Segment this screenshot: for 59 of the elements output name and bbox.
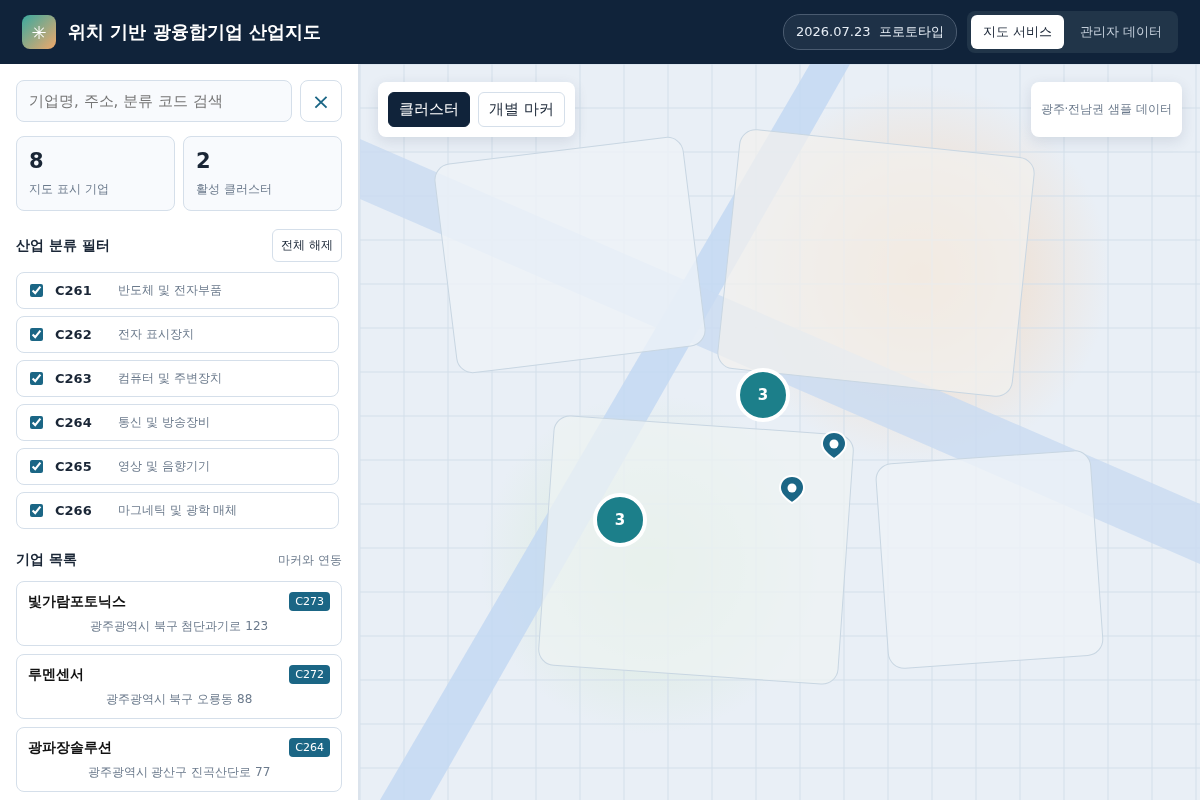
company-card[interactable]: 루멘센서 C272 광주광역시 북구 오룡동 88 [16, 654, 342, 719]
filter-checkbox[interactable] [30, 372, 43, 385]
filter-code: C266 [55, 503, 93, 518]
filter-code: C265 [55, 459, 93, 474]
search-field[interactable]: 기업명, 주소, 분류 코드 검색 [16, 80, 292, 122]
view-tab[interactable]: 관리자 데이터 [1067, 15, 1174, 49]
company-card[interactable]: 빛가람포토닉스 C273 광주광역시 북구 첨단과기로 123 [16, 581, 342, 646]
filter-name: 컴퓨터 및 주변장치 [118, 370, 222, 387]
app-logo: ✳ [22, 15, 56, 49]
filter-name: 전자 표시장치 [118, 326, 194, 343]
filter-name: 영상 및 음향기기 [118, 458, 210, 475]
filter-code: C261 [55, 283, 93, 298]
company-address: 광주광역시 북구 첨단과기로 123 [88, 618, 270, 635]
stat-value: 2 [196, 149, 212, 173]
filter-item[interactable]: C266 마그네틱 및 광학 매체 [16, 492, 339, 529]
cluster-count: 3 [614, 511, 626, 529]
filter-code: C264 [55, 415, 93, 430]
filter-code: C263 [55, 371, 93, 386]
company-name: 루멘센서 [28, 665, 84, 684]
app-title: 위치 기반 광융합기업 산업지도 [68, 20, 321, 44]
map-view[interactable]: 3 3 클러스터 개별 마커 광주·전남권 샘플 데이터 [360, 64, 1200, 800]
clear-button[interactable]: × [300, 80, 342, 122]
filter-item[interactable]: C264 통신 및 방송장비 [16, 404, 339, 441]
filter-checkbox[interactable] [30, 416, 43, 429]
filter-item[interactable]: C262 전자 표시장치 [16, 316, 339, 353]
company-card[interactable]: 광파장솔루션 C264 광주광역시 광산구 진곡산단로 77 [16, 727, 342, 792]
code-tag: C273 [289, 592, 330, 611]
company-name: 광파장솔루션 [28, 738, 112, 757]
filter-item[interactable]: C261 반도체 및 전자부품 [16, 272, 339, 309]
clear-all-button[interactable]: 전체 해제 [272, 229, 342, 262]
filter-checkbox[interactable] [30, 504, 43, 517]
code-tag: C264 [289, 738, 330, 757]
filter-name: 마그네틱 및 광학 매체 [118, 502, 238, 519]
view-tab[interactable]: 지도 서비스 [970, 15, 1064, 49]
company-name: 빛가람포토닉스 [28, 592, 126, 611]
map-mode-button[interactable]: 개별 마커 [478, 92, 565, 127]
stat-value: 8 [29, 149, 45, 173]
filter-item[interactable]: C265 영상 및 음향기기 [16, 448, 339, 485]
filter-checkbox[interactable] [30, 284, 43, 297]
section-title: 산업 분류 필터 [16, 236, 110, 255]
filter-name: 반도체 및 전자부품 [118, 282, 222, 299]
code-tag: C272 [289, 665, 330, 684]
map-mode-button[interactable]: 클러스터 [388, 92, 470, 127]
location-pin-icon[interactable] [779, 475, 805, 504]
stat-label: 활성 클러스터 [196, 181, 273, 198]
filter-name: 통신 및 방송장비 [118, 414, 210, 431]
version-badge: 2026.07.23 프로토타입 [783, 14, 957, 50]
filter-code: C262 [55, 327, 93, 342]
filter-checkbox[interactable] [30, 328, 43, 341]
stat-label: 지도 표시 기업 [29, 181, 110, 198]
filter-item[interactable]: C263 컴퓨터 및 주변장치 [16, 360, 339, 397]
company-address: 광주광역시 북구 오룡동 88 [104, 691, 254, 708]
cluster-count: 3 [757, 386, 769, 404]
section-note: 마커와 연동 [278, 551, 342, 569]
section-title: 기업 목록 [16, 551, 77, 569]
location-pin-icon[interactable] [821, 431, 847, 460]
data-source-label: 광주·전남권 샘플 데이터 [1030, 82, 1182, 137]
filter-checkbox[interactable] [30, 460, 43, 473]
company-address: 광주광역시 광산구 진곡산단로 77 [86, 764, 272, 781]
